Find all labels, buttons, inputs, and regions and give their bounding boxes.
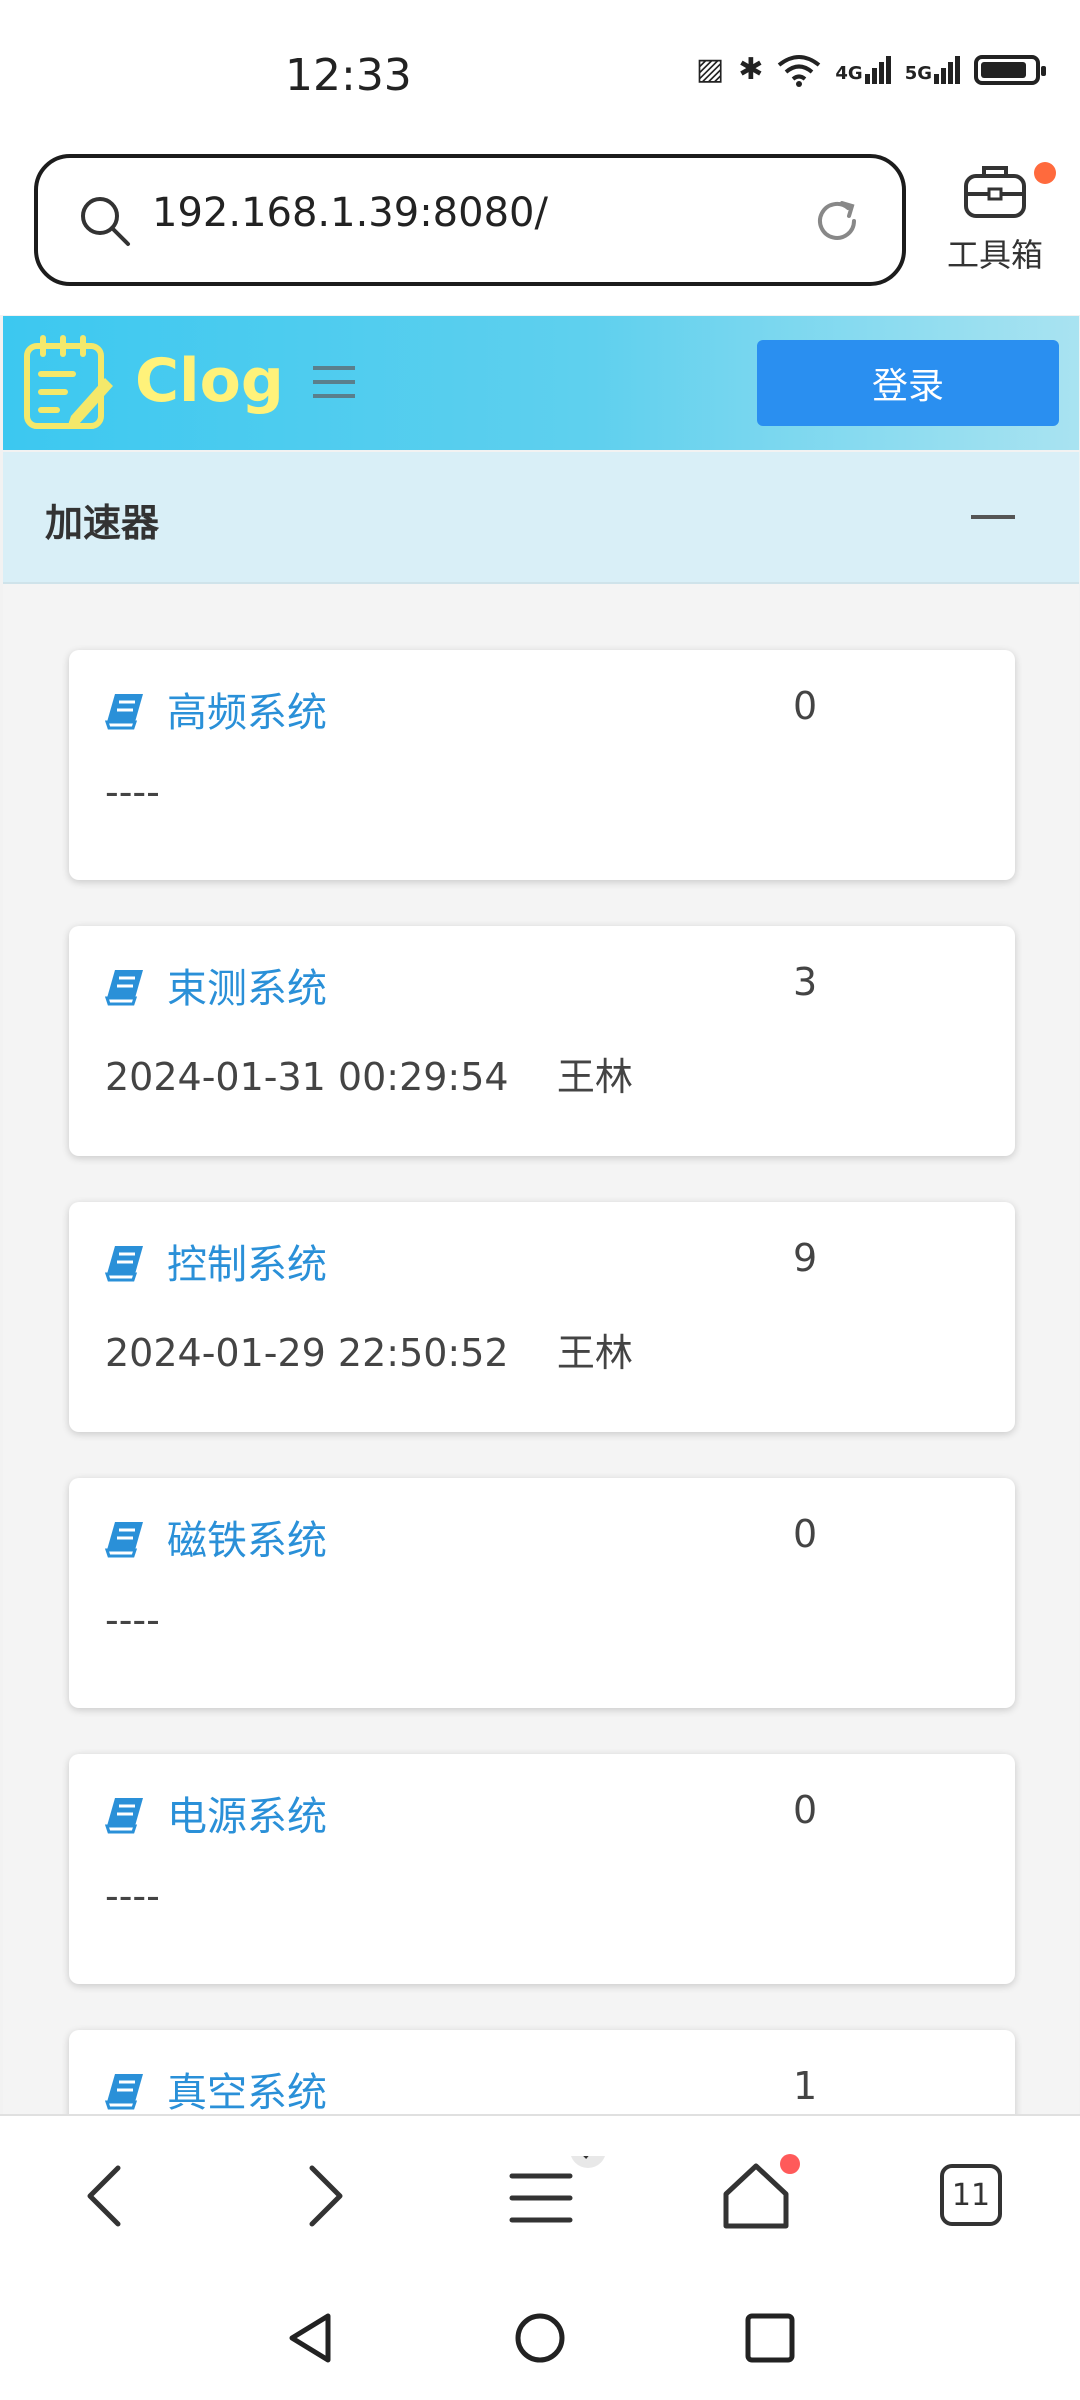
last-update: ---- xyxy=(105,770,160,814)
system-name-link[interactable]: 电源系统 xyxy=(167,1784,327,1842)
login-button[interactable]: 登录 xyxy=(757,340,1059,426)
status-icons: ▨ ✱ 4G 5G xyxy=(695,52,1046,87)
browser-toolbar: 192.168.1.39:8080/ 工具箱 xyxy=(0,140,1080,315)
log-count: 9 xyxy=(793,1236,818,1280)
log-count: 0 xyxy=(793,684,818,728)
system-card[interactable]: 电源系统 0 ---- xyxy=(69,1754,1015,1984)
wifi-icon xyxy=(778,54,821,87)
bluetooth-icon: ✱ xyxy=(738,52,764,87)
address-bar[interactable]: 192.168.1.39:8080/ xyxy=(34,154,906,286)
book-icon xyxy=(105,1246,143,1282)
last-update: ---- xyxy=(105,1874,160,1918)
forward-icon[interactable] xyxy=(284,2156,364,2236)
last-update: 2024-01-31 00:29:54 王林 xyxy=(105,1055,633,1099)
collapse-icon[interactable] xyxy=(971,515,1015,519)
toolbox-icon xyxy=(964,166,1026,218)
system-card[interactable]: 控制系统 9 2024-01-29 22:50:52 王林 xyxy=(69,1202,1015,1432)
system-name-link[interactable]: 控制系统 xyxy=(167,1232,327,1290)
signal-5g-icon: 5G xyxy=(905,55,960,84)
system-name-link[interactable]: 真空系统 xyxy=(167,2060,327,2118)
logo-text[interactable]: Clog xyxy=(135,346,284,416)
log-count: 3 xyxy=(793,960,818,1004)
tabs-button[interactable]: 11 xyxy=(940,2164,1002,2226)
book-icon xyxy=(105,1522,143,1558)
log-count: 1 xyxy=(793,2064,818,2108)
toolbox-label: 工具箱 xyxy=(946,236,1043,274)
panel-header[interactable]: 加速器 xyxy=(3,452,1079,584)
search-icon xyxy=(81,197,130,246)
signal-4g-icon: 4G xyxy=(835,55,891,84)
panel-body: 高频系统 0 ---- 束测系统 3 2024-01-31 00:29:54 王… xyxy=(3,584,1079,2260)
back-icon[interactable] xyxy=(66,2156,146,2236)
system-card[interactable]: 高频系统 0 ---- xyxy=(69,650,1015,880)
system-card[interactable]: 磁铁系统 0 ---- xyxy=(69,1478,1015,1708)
book-icon xyxy=(105,2074,143,2110)
notification-dot xyxy=(1034,162,1056,184)
browser-bottom-nav: 11 xyxy=(0,2114,1080,2286)
last-update: ---- xyxy=(105,1598,160,1642)
reload-icon[interactable] xyxy=(810,194,864,248)
nfc-icon: ▨ xyxy=(695,52,725,87)
menu-list-icon[interactable] xyxy=(500,2156,610,2236)
status-bar: 12:33 ▨ ✱ 4G 5G xyxy=(0,0,1080,140)
notepad-logo-icon xyxy=(24,335,113,429)
book-icon xyxy=(105,970,143,1006)
log-count: 0 xyxy=(793,1788,818,1832)
system-navigation-bar xyxy=(0,2284,1080,2400)
panel-title: 加速器 xyxy=(45,501,160,545)
home-notification-dot xyxy=(780,2154,800,2174)
battery-icon xyxy=(974,54,1046,85)
last-update: 2024-01-29 22:50:52 王林 xyxy=(105,1331,633,1375)
url-text[interactable]: 192.168.1.39:8080/ xyxy=(152,190,548,236)
site-header: Clog 登录 xyxy=(3,316,1079,450)
status-time: 12:33 xyxy=(285,50,412,101)
system-card[interactable]: 束测系统 3 2024-01-31 00:29:54 王林 xyxy=(69,926,1015,1156)
system-name-link[interactable]: 高频系统 xyxy=(167,680,327,738)
book-icon xyxy=(105,694,143,730)
log-count: 0 xyxy=(793,1512,818,1556)
system-name-link[interactable]: 磁铁系统 xyxy=(167,1508,327,1566)
system-back-icon[interactable] xyxy=(282,2310,338,2366)
menu-icon[interactable] xyxy=(311,362,357,402)
system-recents-icon[interactable] xyxy=(742,2310,798,2366)
system-home-icon[interactable] xyxy=(512,2310,568,2366)
system-name-link[interactable]: 束测系统 xyxy=(167,956,327,1014)
book-icon xyxy=(105,1798,143,1834)
